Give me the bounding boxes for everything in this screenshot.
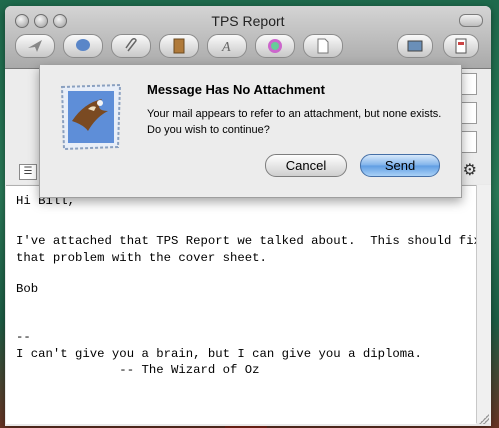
message-line: -- The Wizard of Oz — [16, 363, 260, 377]
header-options-button[interactable]: ☰ — [19, 164, 37, 180]
save-draft-button[interactable] — [303, 34, 343, 58]
attach-button[interactable] — [111, 34, 151, 58]
alert-title: Message Has No Attachment — [147, 82, 325, 97]
fonts-button[interactable]: A — [207, 34, 247, 58]
photo-browser-button[interactable] — [397, 34, 433, 58]
subject-field[interactable] — [461, 131, 477, 153]
toolbar-toggle-button[interactable] — [459, 14, 483, 27]
cancel-button[interactable]: Cancel — [265, 154, 347, 177]
send-icon — [28, 40, 42, 52]
cc-field[interactable] — [461, 102, 477, 124]
message-line: I can't give you a brain, but I can give… — [16, 347, 422, 361]
colors-icon — [268, 39, 282, 53]
send-anyway-button[interactable]: Send — [360, 154, 440, 177]
save-draft-icon — [317, 38, 329, 54]
message-line: -- — [16, 330, 31, 344]
resize-handle[interactable] — [479, 414, 489, 424]
message-body[interactable]: Hi Bill, I've attached that TPS Report w… — [6, 185, 481, 424]
message-line: I've attached that TPS Report we talked … — [16, 234, 481, 248]
window-title: TPS Report — [211, 13, 285, 29]
alert-message: Your mail appears to refer to an attachm… — [147, 108, 442, 136]
no-attachment-alert: Message Has No Attachment Your mail appe… — [39, 65, 462, 198]
address-icon — [173, 38, 185, 54]
message-line: that problem with the cover sheet. — [16, 251, 267, 265]
show-stationery-icon — [455, 38, 467, 54]
gear-icon[interactable]: ⚙ — [463, 160, 477, 180]
vertical-scrollbar[interactable] — [476, 185, 491, 423]
to-field[interactable] — [461, 73, 477, 95]
fonts-icon: A — [221, 40, 231, 54]
attach-icon — [125, 38, 137, 52]
mail-stamp-eagle-icon — [60, 83, 122, 151]
photo-browser-icon — [407, 40, 423, 52]
message-line: Bob — [16, 282, 39, 296]
address-button[interactable] — [159, 34, 199, 58]
colors-button[interactable] — [255, 34, 295, 58]
show-stationery-button[interactable] — [443, 34, 479, 58]
chat-icon — [76, 39, 90, 51]
svg-text:A: A — [221, 40, 231, 54]
title-bar: TPS Report A — [5, 6, 491, 69]
chat-button[interactable] — [63, 34, 103, 58]
send-button[interactable] — [15, 34, 55, 58]
